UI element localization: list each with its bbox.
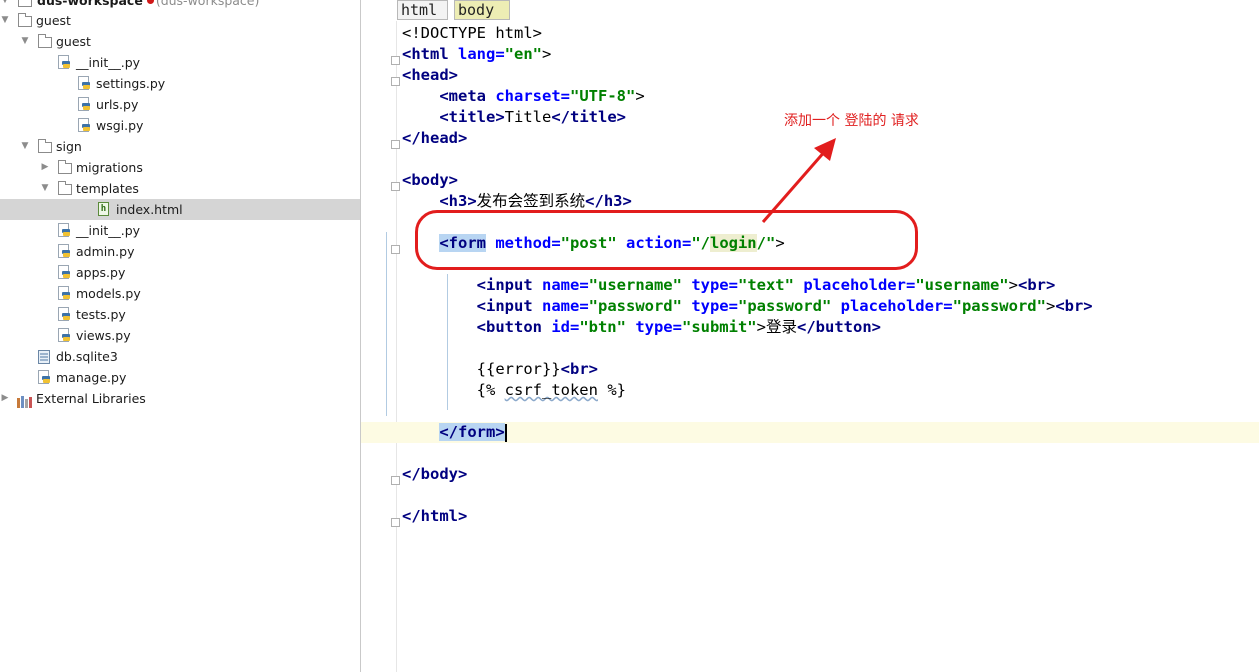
tree-item-label: models.py (76, 286, 141, 301)
python-file-icon (78, 97, 91, 112)
text-caret (504, 423, 507, 442)
python-file-icon (58, 265, 71, 280)
tree-item[interactable]: h index.html (0, 199, 360, 220)
folder-icon (18, 0, 32, 7)
code-line[interactable]: </body> (402, 464, 1259, 485)
tree-item[interactable]: models.py (0, 283, 360, 304)
tree-item[interactable]: ▼ templates (0, 178, 360, 199)
tree-item[interactable]: ▶ migrations (0, 157, 360, 178)
project-tree-panel: ▼ dus-workspace (dus-workspace) ▼ guest ▼ gu… (0, 0, 361, 672)
python-file-icon (58, 244, 71, 259)
folder-icon (58, 160, 72, 174)
code-line-current[interactable]: </form> (361, 422, 1259, 443)
indent-guide (386, 232, 387, 416)
collapse-arrow-icon[interactable]: ▼ (20, 31, 30, 52)
code-line[interactable]: <meta charset="UTF-8"> (402, 86, 1259, 107)
tree-item[interactable]: ▼ guest (0, 31, 360, 52)
tree-item[interactable]: ▶ External Libraries (0, 388, 360, 409)
tree-item-label: guest (36, 13, 71, 28)
html-file-icon: h (98, 202, 109, 216)
code-line[interactable]: </html> (402, 506, 1259, 527)
tree-item[interactable]: settings.py (0, 73, 360, 94)
python-file-icon (78, 76, 91, 91)
database-file-icon (38, 349, 50, 364)
code-line[interactable]: <!DOCTYPE html> (402, 23, 1259, 44)
collapse-arrow-icon[interactable]: ▼ (20, 136, 30, 157)
tree-item[interactable]: ▼ sign (0, 136, 360, 157)
expand-arrow-icon[interactable]: ▶ (0, 388, 10, 409)
tree-item[interactable]: manage.py (0, 367, 360, 388)
fold-marker-icon[interactable] (391, 56, 400, 65)
tree-item-label: __init__.py (76, 223, 141, 238)
tree-item[interactable]: __init__.py (0, 220, 360, 241)
python-file-icon (58, 307, 71, 322)
tree-item-label: External Libraries (36, 391, 146, 406)
fold-marker-icon[interactable] (391, 245, 400, 254)
library-icon (17, 393, 32, 408)
code-line[interactable]: <input name="username" type="text" place… (402, 275, 1259, 296)
tree-item-label: __init__.py (76, 55, 141, 70)
python-file-icon (78, 118, 91, 133)
collapse-arrow-icon[interactable]: ▼ (40, 178, 50, 199)
code-line[interactable]: {% csrf_token %} (402, 380, 1259, 401)
tree-item-label: urls.py (96, 97, 139, 112)
code-line[interactable]: {{error}}<br> (402, 359, 1259, 380)
tree-item-label: sign (56, 139, 82, 154)
tree-item-label: guest (56, 34, 91, 49)
annotation-text: 添加一个 登陆的 请求 (784, 113, 919, 129)
tree-item[interactable]: tests.py (0, 304, 360, 325)
folder-icon (38, 139, 52, 153)
status-dot-icon (146, 0, 154, 4)
breadcrumb-body[interactable]: body (454, 0, 510, 20)
folder-icon (58, 181, 72, 195)
tree-item-label: admin.py (76, 244, 135, 259)
tree-item-label: views.py (76, 328, 131, 343)
fold-marker-icon[interactable] (391, 476, 400, 485)
fold-marker-icon[interactable] (391, 518, 400, 527)
tree-root-note: (dus-workspace) (155, 0, 260, 8)
tree-item[interactable]: db.sqlite3 (0, 346, 360, 367)
expand-arrow-icon[interactable]: ▶ (40, 157, 50, 178)
code-line[interactable]: <html lang="en"> (402, 44, 1259, 65)
tree-item-label: migrations (76, 160, 143, 175)
tree-item[interactable]: apps.py (0, 262, 360, 283)
tree-item-label: index.html (116, 202, 183, 217)
python-file-icon (58, 223, 71, 238)
tree-item[interactable]: urls.py (0, 94, 360, 115)
tree-item[interactable]: wsgi.py (0, 115, 360, 136)
tree-item[interactable]: views.py (0, 325, 360, 346)
code-line[interactable]: <head> (402, 65, 1259, 86)
tree-item[interactable]: __init__.py (0, 52, 360, 73)
python-file-icon (58, 286, 71, 301)
python-file-icon (58, 55, 71, 70)
code-editor[interactable]: html body <!DOCTYPE html> <html lang="en… (361, 0, 1259, 672)
collapse-arrow-icon[interactable]: ▼ (0, 10, 10, 31)
breadcrumb: html body (361, 0, 1259, 21)
tree-item-label: templates (76, 181, 139, 196)
tree-item-label: db.sqlite3 (56, 349, 118, 364)
code-line[interactable]: <input name="password" type="password" p… (402, 296, 1259, 317)
fold-marker-icon[interactable] (391, 77, 400, 86)
tree-item-label: manage.py (56, 370, 127, 385)
annotation-arrow-icon (761, 138, 836, 223)
code-line[interactable]: <button id="btn" type="submit">登录</butto… (402, 317, 1259, 338)
tree-item-label: wsgi.py (96, 118, 144, 133)
tree-item-label: settings.py (96, 76, 166, 91)
tree-root-label: dus-workspace (37, 0, 143, 8)
folder-icon (38, 34, 52, 48)
editor-gutter[interactable] (361, 21, 397, 672)
python-file-icon (38, 370, 51, 385)
tree-item-label: tests.py (76, 307, 126, 322)
tree-item[interactable]: ▼ guest (0, 10, 360, 31)
folder-icon (18, 13, 32, 27)
fold-marker-icon[interactable] (391, 182, 400, 191)
tree-item-label: apps.py (76, 265, 126, 280)
python-file-icon (58, 328, 71, 343)
tree-item[interactable]: admin.py (0, 241, 360, 262)
fold-marker-icon[interactable] (391, 140, 400, 149)
breadcrumb-html[interactable]: html (397, 0, 448, 20)
